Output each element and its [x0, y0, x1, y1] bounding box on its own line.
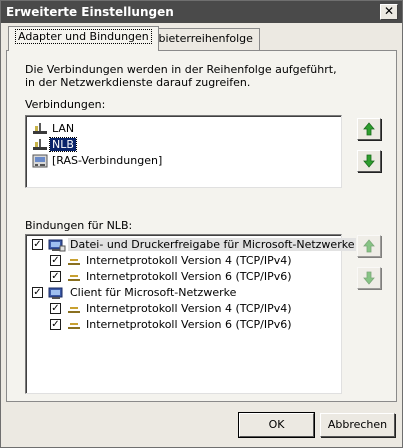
binding-row-ipv6[interactable]: ✓ Internetprotokoll Version 6 (TCP/IPv6): [30, 269, 292, 285]
file-printer-sharing-icon: [48, 239, 66, 252]
arrow-down-icon: [363, 154, 375, 168]
binding-checkbox[interactable]: ✓: [32, 287, 43, 298]
binding-label: Datei- und Druckerfreigabe für Microsoft…: [68, 238, 357, 251]
close-icon: ✕: [383, 4, 395, 18]
protocol-icon: [68, 259, 80, 265]
description-text: Die Verbindungen werden in der Reihenfol…: [25, 63, 337, 89]
move-connection-down-button[interactable]: [357, 150, 381, 172]
binding-label: Internetprotokoll Version 6 (TCP/IPv6): [86, 318, 292, 331]
ras-connection-icon: [32, 154, 48, 168]
connection-label: [RAS-Verbindungen]: [52, 154, 163, 167]
arrow-up-icon: [363, 122, 375, 136]
connections-list[interactable]: LAN NLB [RAS-Verbindungen]: [25, 115, 342, 188]
move-connection-up-button[interactable]: [357, 118, 381, 140]
protocol-icon: [68, 323, 80, 329]
close-button[interactable]: ✕: [380, 4, 398, 20]
binding-label: Client für Microsoft-Netzwerke: [70, 286, 237, 299]
connection-label: LAN: [52, 122, 75, 135]
binding-label: Internetprotokoll Version 6 (TCP/IPv6): [86, 270, 292, 283]
tab-adapter-bindings[interactable]: Adapter und Bindungen: [8, 26, 159, 51]
cancel-button[interactable]: Abbrechen: [320, 413, 395, 437]
binding-row-ipv4[interactable]: ✓ Internetprotokoll Version 4 (TCP/IPv4): [30, 301, 292, 317]
binding-label: Internetprotokoll Version 4 (TCP/IPv4): [86, 254, 292, 267]
network-client-icon: [48, 287, 63, 299]
advanced-settings-dialog: Erweiterte Einstellungen ✕ Adapter und B…: [0, 0, 403, 448]
network-adapter-icon: [33, 123, 47, 134]
arrow-up-icon: [363, 239, 375, 253]
binding-checkbox[interactable]: ✓: [50, 319, 61, 330]
binding-row-file-printer-sharing[interactable]: ✓ Datei- und Druckerfreigabe für Microso…: [30, 237, 357, 253]
binding-checkbox[interactable]: ✓: [50, 255, 61, 266]
tab-label: Anbieterreihenfolge: [144, 32, 253, 45]
protocol-icon: [68, 307, 80, 313]
binding-row-ipv6[interactable]: ✓ Internetprotokoll Version 6 (TCP/IPv6): [30, 317, 292, 333]
binding-row-ipv4[interactable]: ✓ Internetprotokoll Version 4 (TCP/IPv4): [30, 253, 292, 269]
binding-checkbox[interactable]: ✓: [50, 271, 61, 282]
connection-label: NLB: [49, 137, 77, 152]
window-title: Erweiterte Einstellungen: [6, 5, 174, 19]
connection-item-nlb[interactable]: NLB: [32, 137, 77, 152]
connection-item-lan[interactable]: LAN: [32, 122, 76, 136]
connection-item-ras[interactable]: [RAS-Verbindungen]: [32, 154, 164, 168]
bindings-label: Bindungen für NLB:: [25, 219, 133, 232]
bindings-list[interactable]: ✓ Datei- und Druckerfreigabe für Microso…: [25, 234, 357, 394]
ok-button[interactable]: OK: [238, 412, 315, 438]
binding-checkbox[interactable]: ✓: [50, 303, 61, 314]
tab-label: Adapter und Bindungen: [15, 29, 152, 44]
title-bar[interactable]: Erweiterte Einstellungen ✕: [1, 1, 402, 23]
move-binding-down-button[interactable]: [357, 267, 381, 289]
protocol-icon: [68, 275, 80, 281]
binding-checkbox[interactable]: ✓: [32, 239, 43, 250]
arrow-down-icon: [363, 271, 375, 285]
binding-row-ms-client[interactable]: ✓ Client für Microsoft-Netzwerke: [30, 285, 238, 301]
connections-label: Verbindungen:: [25, 98, 106, 111]
network-adapter-icon: [33, 139, 47, 150]
binding-label: Internetprotokoll Version 4 (TCP/IPv4): [86, 302, 292, 315]
move-binding-up-button[interactable]: [357, 235, 381, 257]
